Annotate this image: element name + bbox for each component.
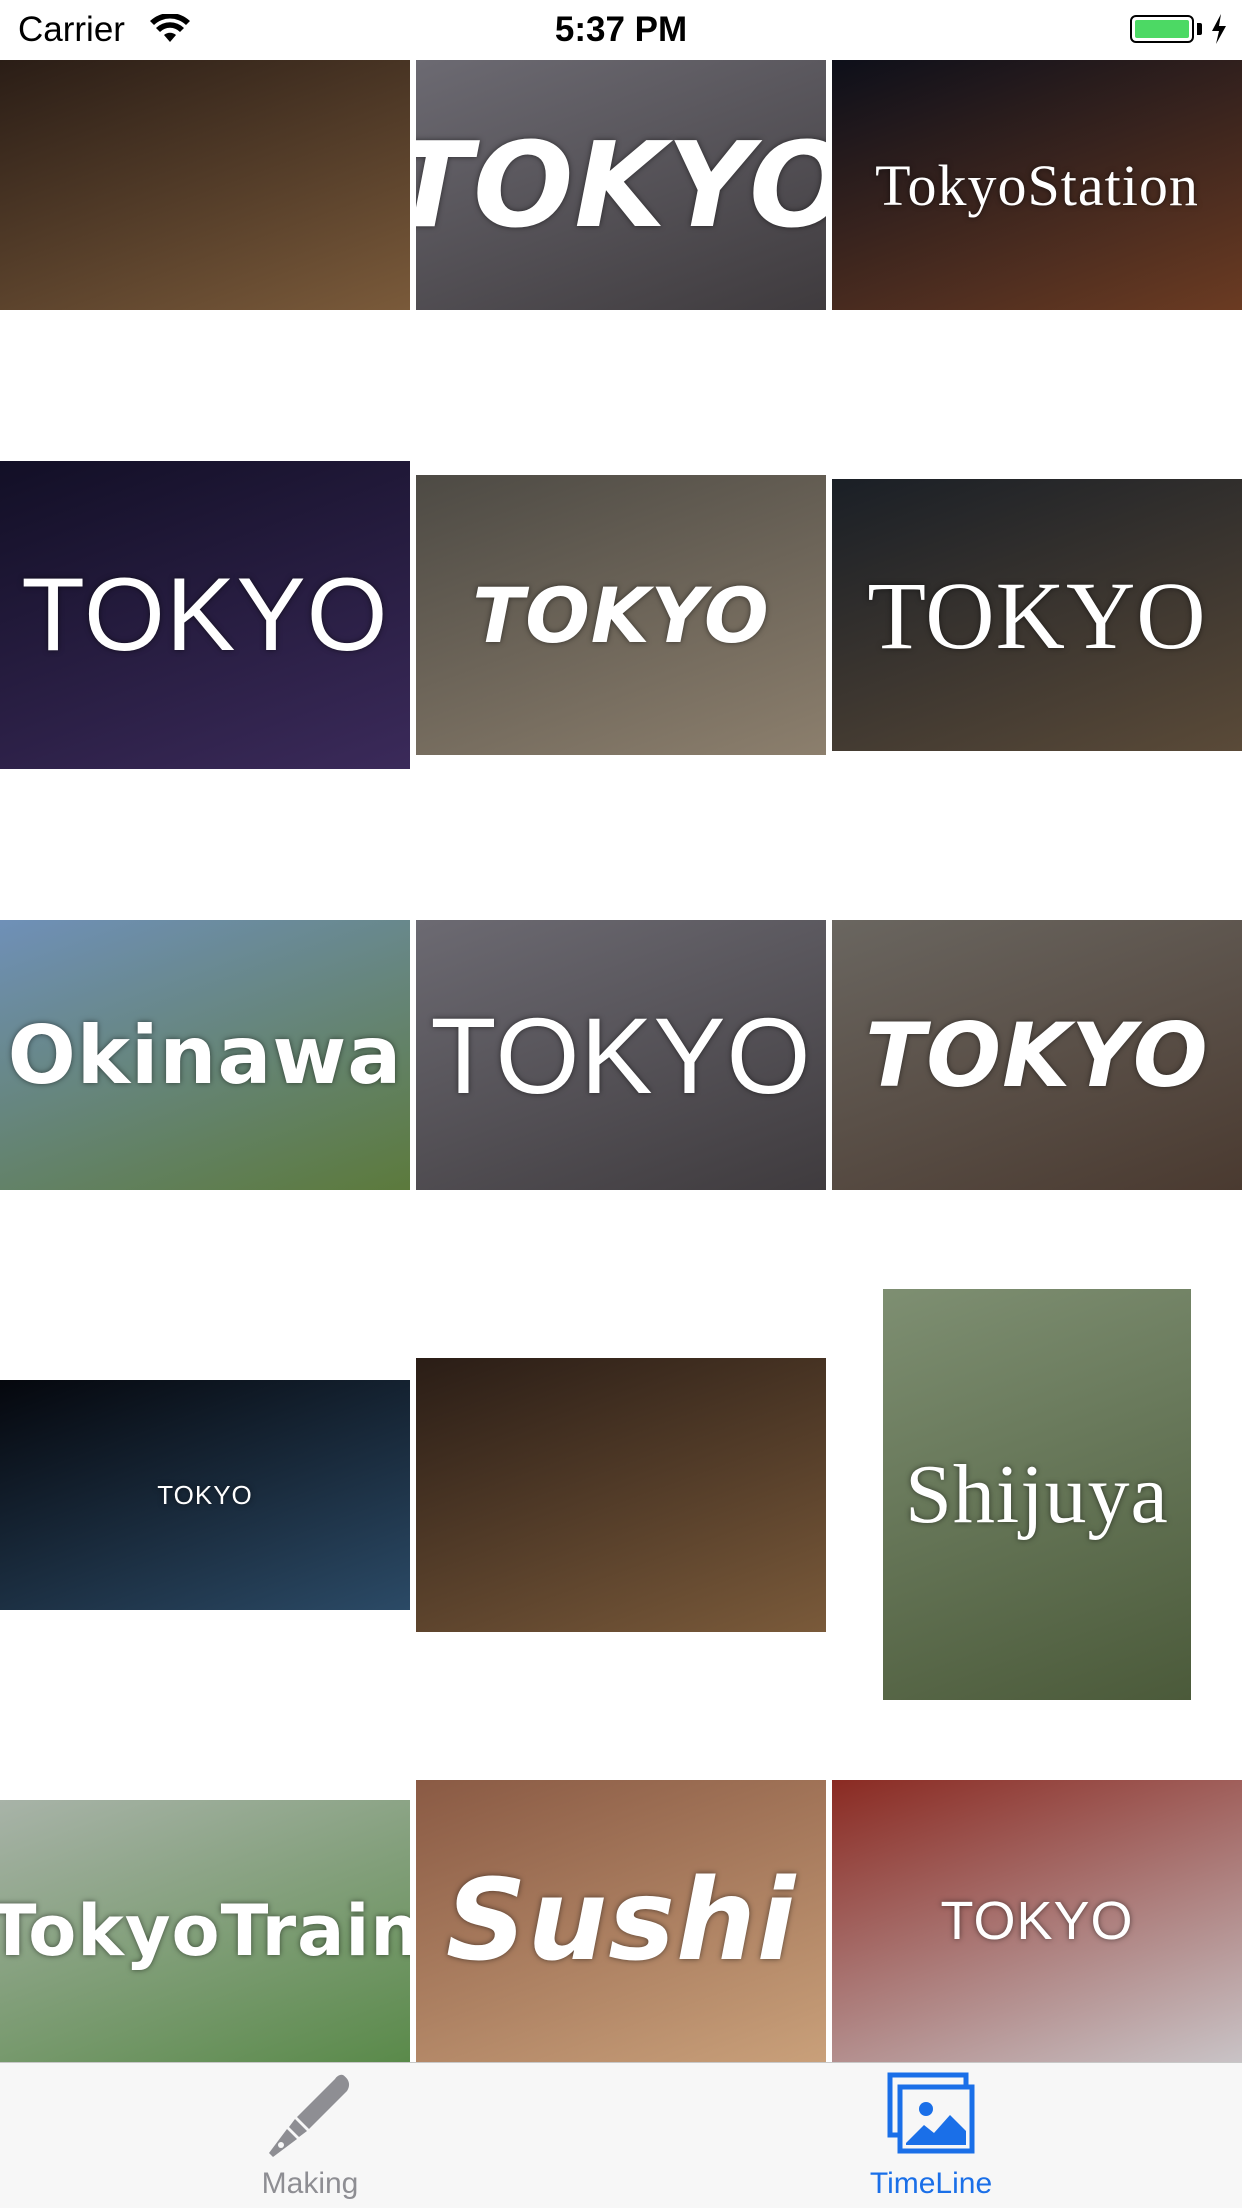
photo-caption: TOKYO bbox=[867, 561, 1207, 669]
photo-tile-6[interactable]: TOKYO bbox=[832, 479, 1242, 751]
clock: 5:37 PM bbox=[554, 10, 688, 49]
battery-tip bbox=[1197, 23, 1202, 35]
photo-grid[interactable]: TOKYO TokyoStation TOKYO TOKYO TOKYO Oki… bbox=[0, 60, 1242, 2062]
photo-tile-13[interactable]: TokyoTrain bbox=[0, 1800, 410, 2062]
photo-caption: TOKYO bbox=[472, 570, 770, 660]
photo-caption: TokyoTrain bbox=[0, 1890, 410, 1972]
photo-caption: TokyoStation bbox=[875, 152, 1199, 218]
photo-tile-15[interactable]: TOKYO bbox=[832, 1780, 1242, 2062]
tab-making[interactable]: Making bbox=[160, 2063, 460, 2209]
photo-caption: Sushi bbox=[445, 1856, 797, 1986]
photo-tile-10[interactable]: TOKYO bbox=[0, 1380, 410, 1610]
pen-nib-icon bbox=[269, 2074, 350, 2157]
tab-timeline[interactable]: TimeLine bbox=[781, 2063, 1081, 2209]
photo-tile-8[interactable]: TOKYO bbox=[416, 920, 826, 1190]
tab-making-label: Making bbox=[261, 2167, 359, 2200]
photo-tile-2[interactable]: TOKYO bbox=[416, 60, 826, 310]
photo-tile-1[interactable] bbox=[0, 60, 410, 310]
photo-tile-4[interactable]: TOKYO bbox=[0, 461, 410, 769]
photo-caption: TOKYO bbox=[157, 1479, 253, 1510]
battery-icon bbox=[1130, 15, 1194, 43]
photo-tile-11[interactable] bbox=[416, 1358, 826, 1632]
photo-tile-12[interactable]: Shijuya bbox=[883, 1289, 1191, 1700]
photo-tile-3[interactable]: TokyoStation bbox=[832, 60, 1242, 310]
status-bar: Carrier 5:37 PM bbox=[0, 0, 1242, 60]
charging-bolt-icon bbox=[1212, 14, 1226, 44]
photo-tile-5[interactable]: TOKYO bbox=[416, 475, 826, 755]
photo-caption: TOKYO bbox=[940, 1891, 1134, 1951]
photo-tile-14[interactable]: Sushi bbox=[416, 1780, 826, 2062]
photo-caption: TOKYO bbox=[21, 556, 389, 673]
photo-caption: TOKYO bbox=[430, 994, 812, 1116]
photo-caption: Shijuya bbox=[905, 1448, 1169, 1541]
tab-bar: Making TimeLine bbox=[0, 2062, 1242, 2208]
tab-timeline-label: TimeLine bbox=[869, 2167, 993, 2200]
photo-caption: TOKYO bbox=[865, 1003, 1209, 1107]
photo-caption: Okinawa bbox=[7, 1008, 403, 1102]
photo-tile-7[interactable]: Okinawa bbox=[0, 920, 410, 1190]
photo-tile-9[interactable]: TOKYO bbox=[832, 920, 1242, 1190]
photo-frame-icon bbox=[887, 2072, 975, 2154]
photo-caption: TOKYO bbox=[416, 116, 826, 254]
